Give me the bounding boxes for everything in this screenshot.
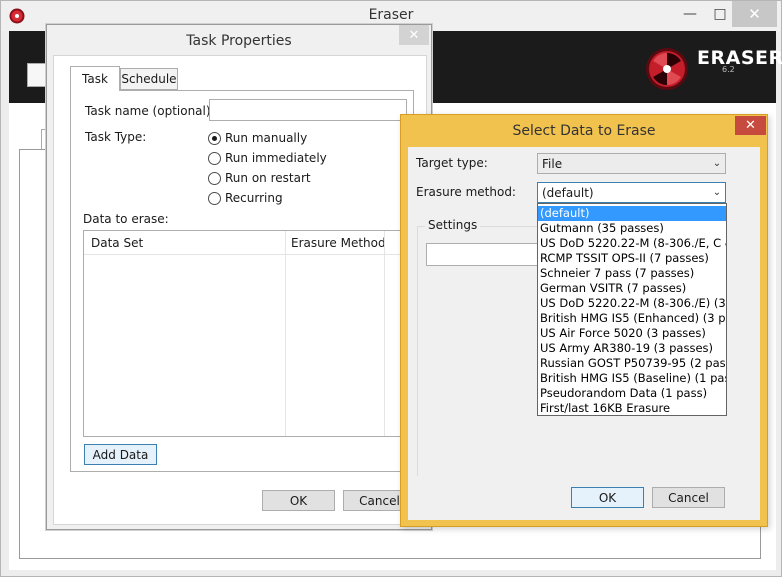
task-name-input[interactable] — [209, 99, 407, 121]
add-data-button[interactable]: Add Data — [84, 444, 157, 465]
column-header-data-set[interactable]: Data Set — [91, 236, 143, 250]
task-properties-close-button[interactable]: ✕ — [399, 25, 429, 45]
radio-checked-icon[interactable] — [208, 131, 221, 145]
target-type-value: File — [542, 156, 563, 171]
erasure-method-option[interactable]: (default) — [538, 206, 726, 221]
erasure-method-value: (default) — [542, 185, 594, 200]
erasure-method-option[interactable]: First/last 16KB Erasure — [538, 401, 726, 415]
erasure-method-option[interactable]: German VSITR (7 passes) — [538, 281, 726, 296]
erasure-method-option[interactable]: Gutmann (35 passes) — [538, 221, 726, 236]
target-type-select[interactable]: File ⌄ — [537, 153, 726, 174]
erasure-method-label: Erasure method: — [416, 185, 516, 199]
task-type-label: Task Type: — [85, 130, 147, 144]
column-divider — [285, 231, 286, 436]
settings-input[interactable] — [426, 243, 542, 266]
radio-label: Run on restart — [225, 171, 311, 185]
main-window-title: Eraser — [368, 7, 414, 23]
task-properties-title: Task Properties — [186, 33, 292, 49]
close-icon: ✕ — [748, 5, 761, 23]
target-type-label: Target type: — [416, 156, 488, 170]
chevron-down-icon: ⌄ — [712, 158, 722, 169]
radio-recurring[interactable]: Recurring — [208, 191, 283, 205]
main-close-button[interactable]: ✕ — [732, 1, 777, 27]
erasure-method-option[interactable]: US DoD 5220.22-M (8-306./E, C & E — [538, 236, 726, 251]
close-icon: ✕ — [745, 118, 756, 133]
radio-run-manually[interactable]: Run manually — [208, 131, 307, 145]
tab-schedule[interactable]: Schedule — [120, 68, 178, 90]
erasure-method-option[interactable]: US Army AR380-19 (3 passes) — [538, 341, 726, 356]
maximize-button[interactable]: □ — [708, 1, 732, 27]
erasure-method-option[interactable]: US Air Force 5020 (3 passes) — [538, 326, 726, 341]
erasure-method-option[interactable]: British HMG IS5 (Enhanced) (3 pass — [538, 311, 726, 326]
settings-label: Settings — [425, 218, 481, 232]
column-divider — [384, 231, 385, 436]
erasure-method-option[interactable]: British HMG IS5 (Baseline) (1 pass) — [538, 371, 726, 386]
data-list-header: Data Set Erasure Method — [84, 231, 402, 255]
radio-label: Run immediately — [225, 151, 327, 165]
select-data-close-button[interactable]: ✕ — [735, 116, 766, 135]
select-data-ok-button[interactable]: OK — [571, 487, 644, 508]
radio-unchecked-icon[interactable] — [208, 171, 221, 185]
erasure-method-dropdown-list[interactable]: (default) Gutmann (35 passes) US DoD 5220.… — [537, 203, 727, 416]
maximize-icon: □ — [713, 6, 727, 22]
chevron-down-icon: ⌄ — [712, 187, 722, 198]
erasure-method-option[interactable]: RCMP TSSIT OPS-II (7 passes) — [538, 251, 726, 266]
erasure-method-option[interactable]: Pseudorandom Data (1 pass) — [538, 386, 726, 401]
minimize-icon: — — [683, 6, 697, 22]
erasure-method-select[interactable]: (default) ⌄ — [537, 182, 726, 203]
radio-run-immediately[interactable]: Run immediately — [208, 151, 327, 165]
close-icon: ✕ — [408, 27, 420, 43]
data-to-erase-label: Data to erase: — [83, 212, 169, 226]
radio-label: Recurring — [225, 191, 283, 205]
eraser-version-label: 6.2 — [722, 65, 735, 74]
task-name-label: Task name (optional): — [85, 104, 215, 118]
erasure-method-option[interactable]: Russian GOST P50739-95 (2 passes) — [538, 356, 726, 371]
erasure-method-option[interactable]: Schneier 7 pass (7 passes) — [538, 266, 726, 281]
task-ok-button[interactable]: OK — [262, 490, 335, 511]
document-icon[interactable] — [27, 63, 47, 87]
radio-unchecked-icon[interactable] — [208, 191, 221, 205]
data-to-erase-list[interactable]: Data Set Erasure Method — [83, 230, 403, 437]
eraser-logo-icon — [646, 48, 688, 90]
select-data-title: Select Data to Erase — [512, 123, 656, 139]
radio-label: Run manually — [225, 131, 308, 145]
select-data-cancel-button[interactable]: Cancel — [652, 487, 725, 508]
minimize-button[interactable]: — — [678, 1, 702, 27]
eraser-logo-text: ERASER — [697, 47, 782, 69]
radio-run-on-restart[interactable]: Run on restart — [208, 171, 311, 185]
column-header-erasure-method[interactable]: Erasure Method — [291, 236, 386, 250]
radio-unchecked-icon[interactable] — [208, 151, 221, 165]
tab-task[interactable]: Task — [70, 66, 120, 91]
erasure-method-option[interactable]: US DoD 5220.22-M (8-306./E) (3 pas — [538, 296, 726, 311]
